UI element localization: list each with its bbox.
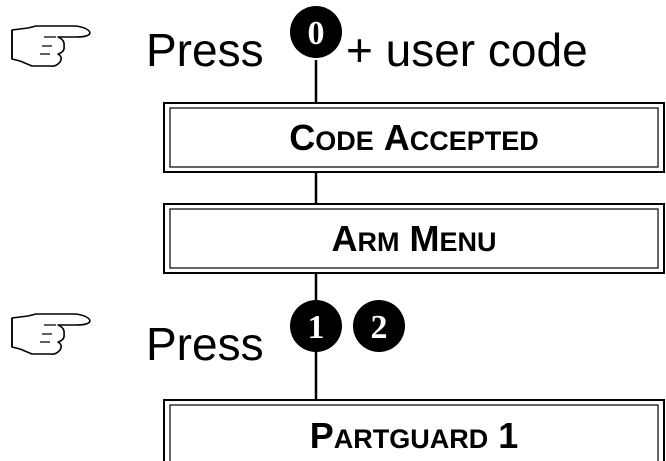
- status-box-arm-menu: ARM MENU: [163, 203, 665, 274]
- key-1-badge: 1: [290, 300, 342, 352]
- step-2: Press 1 2: [11, 300, 405, 370]
- pointing-hand-icon: [11, 25, 91, 67]
- status-box-partguard-1: PARTGUARD 1: [163, 399, 665, 461]
- svg-text:0: 0: [308, 15, 325, 52]
- step-1-suffix-text: + user code: [346, 24, 588, 76]
- status-box-code-accepted: CODE ACCEPTED: [163, 102, 665, 173]
- flow-diagram: Press 0 + user code CODE ACCEPTED ARM MENU…: [11, 6, 665, 461]
- pointing-hand-icon: [11, 313, 91, 355]
- step-1: Press 0 + user code: [11, 6, 588, 76]
- step-2-press-text: Press: [146, 318, 264, 370]
- step-1-press-text: Press: [146, 24, 264, 76]
- key-2-badge: 2: [353, 300, 405, 352]
- svg-text:1: 1: [308, 309, 325, 346]
- key-0-badge: 0: [290, 6, 342, 58]
- svg-text:2: 2: [371, 309, 388, 346]
